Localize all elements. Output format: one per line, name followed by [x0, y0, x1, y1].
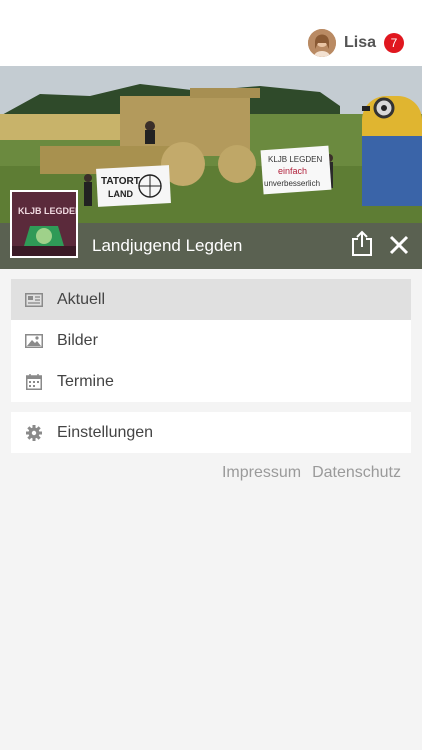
- menu-item-termine[interactable]: Termine: [11, 361, 411, 402]
- footer-links: Impressum Datenschutz: [222, 464, 401, 482]
- banner-right-line-3: unverbesserlich: [264, 179, 320, 188]
- gear-icon: [25, 424, 43, 441]
- menu-item-label: Aktuell: [57, 290, 106, 308]
- image-icon: [25, 333, 43, 349]
- logo-text: KLJB LEGDEN: [18, 206, 76, 216]
- group-name: Landjugend Legden: [92, 236, 243, 255]
- calendar-icon: [25, 373, 43, 390]
- avatar[interactable]: [307, 29, 336, 57]
- user-name[interactable]: Lisa: [344, 34, 376, 52]
- group-logo[interactable]: KLJB LEGDEN: [10, 190, 78, 258]
- share-icon[interactable]: [350, 230, 374, 256]
- svg-text:LAND: LAND: [108, 189, 133, 199]
- impressum-link[interactable]: Impressum: [222, 464, 301, 482]
- main-menu: Aktuell Bilder Termine: [11, 279, 411, 402]
- group-header-image: TATORT LAND KLJB LEGDEN einfach unverbes…: [0, 66, 422, 269]
- menu-item-label: Termine: [57, 372, 114, 390]
- close-icon[interactable]: [388, 234, 410, 256]
- settings-label: Einstellungen: [57, 423, 154, 441]
- top-bar: Lisa 7: [0, 0, 422, 66]
- menu-item-einstellungen[interactable]: Einstellungen: [11, 412, 411, 453]
- settings-menu: Einstellungen: [11, 412, 411, 453]
- banner-left-text: TATORT: [101, 176, 140, 187]
- notification-badge[interactable]: 7: [384, 33, 404, 53]
- datenschutz-link[interactable]: Datenschutz: [312, 464, 401, 482]
- banner-right-line-1: KLJB LEGDEN: [268, 155, 322, 164]
- news-icon: [25, 292, 43, 308]
- user-profile[interactable]: Lisa 7: [307, 29, 404, 57]
- menu-item-aktuell[interactable]: Aktuell: [11, 279, 411, 320]
- menu-item-label: Bilder: [57, 331, 98, 349]
- banner-right-line-2: einfach: [278, 166, 307, 176]
- menu-item-bilder[interactable]: Bilder: [11, 320, 411, 361]
